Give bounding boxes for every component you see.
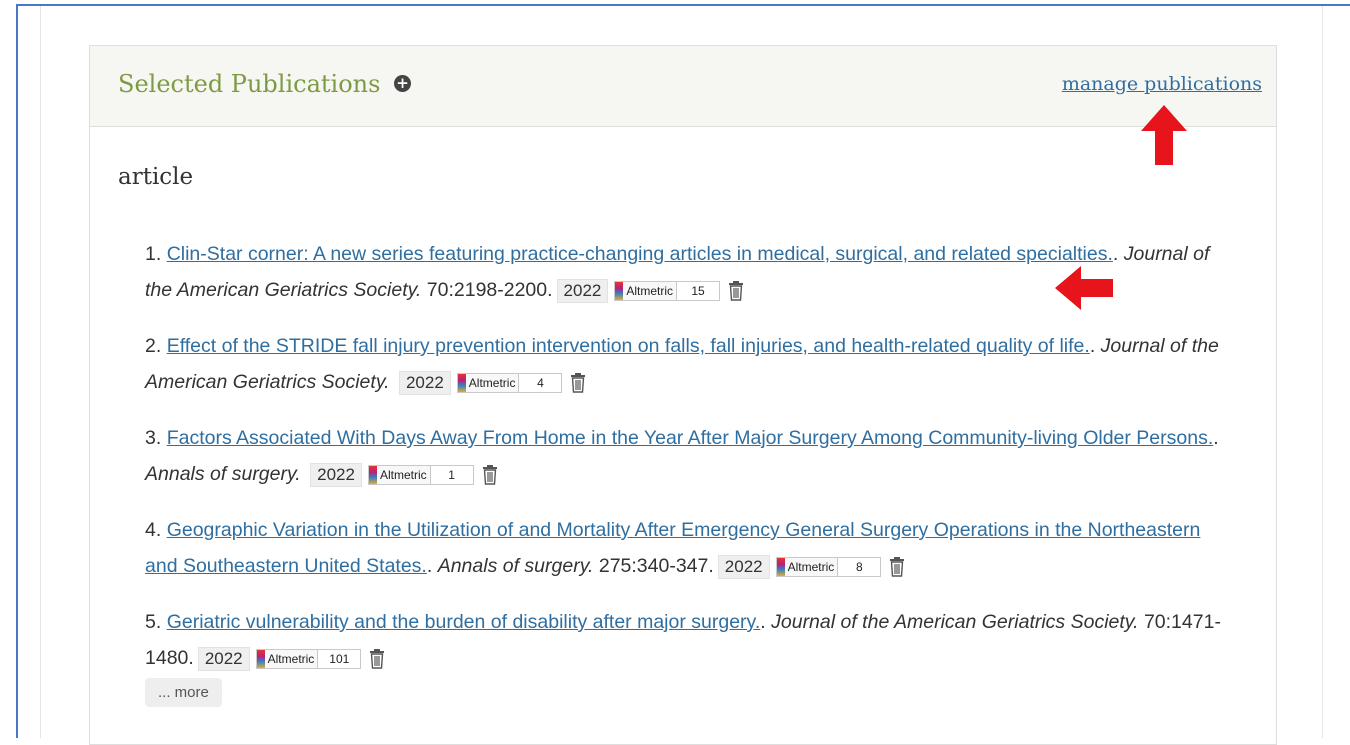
- publication-item: 3. Factors Associated With Days Away Fro…: [145, 420, 1225, 492]
- publication-pages: 70:2198-2200.: [426, 279, 553, 301]
- publications-panel: Selected Publications + manage publicati…: [89, 45, 1277, 745]
- more-button[interactable]: ... more: [145, 678, 222, 707]
- altmetric-label: Altmetric: [379, 467, 427, 482]
- arrow-left-icon: [1055, 266, 1113, 310]
- plus-circle-icon[interactable]: +: [394, 75, 412, 92]
- altmetric-label-box: Altmetric: [775, 556, 839, 577]
- publication-title-link[interactable]: Geriatric vulnerability and the burden o…: [167, 611, 761, 633]
- altmetric-label-box: Altmetric: [255, 648, 319, 669]
- year-badge: 2022: [556, 278, 609, 303]
- publication-journal: Journal of the American Geriatrics Socie…: [771, 611, 1139, 633]
- altmetric-label: Altmetric: [267, 651, 315, 666]
- publication-separator: .: [1112, 243, 1119, 265]
- manage-publications-link[interactable]: manage publications: [1062, 73, 1262, 95]
- altmetric-score: 101: [318, 648, 362, 669]
- trash-icon[interactable]: [570, 372, 586, 393]
- publication-item: 5. Geriatric vulnerability and the burde…: [145, 604, 1225, 676]
- panel-header: Selected Publications + manage publicati…: [90, 46, 1276, 127]
- altmetric-logo-icon: [457, 373, 466, 392]
- altmetric-score: 15: [677, 280, 721, 301]
- publication-journal: Annals of surgery.: [437, 555, 594, 577]
- publication-separator: .: [760, 611, 766, 633]
- publication-separator: .: [426, 555, 433, 577]
- publication-title-link[interactable]: Factors Associated With Days Away From H…: [167, 427, 1214, 449]
- section-heading: article: [118, 164, 194, 190]
- trash-icon[interactable]: [369, 648, 385, 669]
- altmetric-label: Altmetric: [468, 375, 516, 390]
- altmetric-badge[interactable]: Altmetric 101: [255, 648, 362, 669]
- altmetric-score: 8: [838, 556, 882, 577]
- panel-title-text: Selected Publications: [118, 70, 381, 98]
- publication-journal: Annals of surgery.: [145, 463, 301, 485]
- altmetric-score: 1: [430, 464, 474, 485]
- publication-number: 3.: [145, 427, 162, 449]
- trash-icon[interactable]: [482, 464, 498, 485]
- publication-number: 5.: [145, 611, 162, 633]
- altmetric-logo-icon: [615, 281, 624, 300]
- publication-item: 4. Geographic Variation in the Utilizati…: [145, 512, 1225, 584]
- altmetric-score: 4: [519, 372, 563, 393]
- trash-icon[interactable]: [889, 556, 905, 577]
- publication-separator: .: [1213, 427, 1219, 449]
- arrow-up-icon: [1141, 105, 1187, 165]
- publication-number: 4.: [145, 519, 162, 541]
- altmetric-logo-icon: [256, 649, 265, 668]
- trash-icon[interactable]: [728, 280, 744, 301]
- altmetric-label: Altmetric: [787, 559, 835, 574]
- year-badge: 2022: [717, 554, 770, 579]
- altmetric-badge[interactable]: Altmetric 4: [456, 372, 563, 393]
- altmetric-badge[interactable]: Altmetric 1: [367, 464, 474, 485]
- publication-separator: .: [1089, 335, 1096, 357]
- publication-pages: 275:340-347.: [598, 555, 714, 577]
- publication-title-link[interactable]: Effect of the STRIDE fall injury prevent…: [167, 335, 1090, 357]
- publication-item: 2. Effect of the STRIDE fall injury prev…: [145, 328, 1225, 400]
- altmetric-label-box: Altmetric: [367, 464, 431, 485]
- content-border-right: [1322, 6, 1323, 738]
- altmetric-label: Altmetric: [626, 283, 674, 298]
- altmetric-logo-icon: [776, 557, 785, 576]
- content-border-left: [40, 6, 41, 738]
- publication-number: 2.: [145, 335, 162, 357]
- publication-title-link[interactable]: Clin-Star corner: A new series featuring…: [167, 243, 1113, 265]
- altmetric-label-box: Altmetric: [456, 372, 520, 393]
- year-badge: 2022: [398, 370, 451, 395]
- panel-title: Selected Publications +: [118, 70, 412, 98]
- year-badge: 2022: [310, 462, 362, 487]
- altmetric-label-box: Altmetric: [614, 280, 678, 301]
- publication-number: 1.: [145, 243, 162, 265]
- altmetric-logo-icon: [368, 465, 377, 484]
- year-badge: 2022: [197, 646, 250, 671]
- altmetric-badge[interactable]: Altmetric 15: [614, 280, 721, 301]
- altmetric-badge[interactable]: Altmetric 8: [775, 556, 882, 577]
